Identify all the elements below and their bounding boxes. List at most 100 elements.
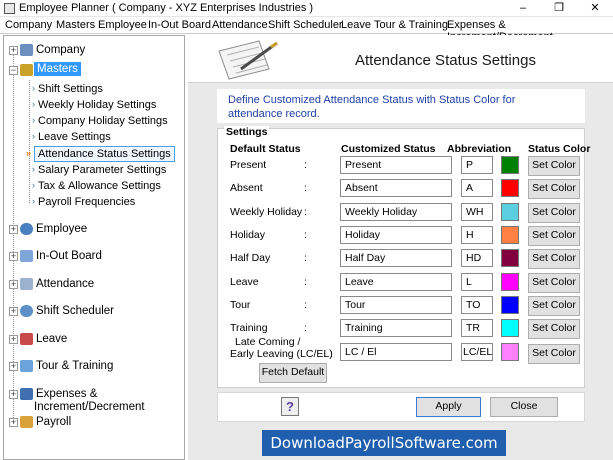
abbreviation-field[interactable]: WH bbox=[461, 203, 493, 221]
menu-tour-training[interactable]: Tour & Training bbox=[374, 19, 448, 31]
apply-button[interactable]: Apply bbox=[416, 397, 481, 417]
set-color-button[interactable]: Set Color bbox=[528, 319, 580, 339]
status-label: Absent bbox=[230, 182, 263, 194]
header-banner: Attendance Status Settings bbox=[188, 35, 613, 83]
tree-shift-settings[interactable]: Shift Settings bbox=[38, 83, 103, 95]
expand-in-out-board-icon[interactable]: + bbox=[9, 252, 18, 261]
close-window-button[interactable]: ✕ bbox=[577, 0, 613, 17]
menu-employee[interactable]: Employee bbox=[98, 19, 147, 31]
tree-payroll[interactable]: Payroll bbox=[36, 416, 71, 428]
menu-leave[interactable]: Leave bbox=[341, 19, 371, 31]
tree-leave[interactable]: Leave bbox=[36, 333, 67, 345]
set-color-button[interactable]: Set Color bbox=[528, 273, 580, 293]
set-color-button[interactable]: Set Color bbox=[528, 296, 580, 316]
status-color-swatch bbox=[501, 249, 519, 267]
tree-tax-allowance-settings[interactable]: Tax & Allowance Settings bbox=[38, 180, 161, 192]
colon: : bbox=[304, 159, 307, 171]
expand-employee-icon[interactable]: + bbox=[9, 225, 18, 234]
status-color-swatch bbox=[501, 156, 519, 174]
col-default-status: Default Status bbox=[230, 143, 301, 155]
menu-masters[interactable]: Masters bbox=[56, 19, 95, 31]
customized-status-field[interactable]: Holiday bbox=[340, 226, 452, 244]
customized-status-field[interactable]: Training bbox=[340, 319, 452, 337]
set-color-button[interactable]: Set Color bbox=[528, 226, 580, 246]
customized-status-field[interactable]: Tour bbox=[340, 296, 452, 314]
tree-masters[interactable]: Masters bbox=[34, 62, 81, 76]
abbreviation-field[interactable]: LC/EL bbox=[461, 343, 493, 361]
set-color-button[interactable]: Set Color bbox=[528, 179, 580, 199]
tree-expenses[interactable]: Expenses & bbox=[36, 388, 97, 400]
status-label: Holiday bbox=[230, 229, 266, 241]
tree-company[interactable]: Company bbox=[36, 44, 85, 56]
set-color-button[interactable]: Set Color bbox=[528, 344, 580, 364]
abbreviation-field[interactable]: TR bbox=[461, 319, 493, 337]
colon: : bbox=[304, 229, 307, 241]
status-label: Weekly Holiday bbox=[230, 206, 303, 218]
tree-employee[interactable]: Employee bbox=[36, 223, 87, 235]
abbreviation-field[interactable]: P bbox=[461, 156, 493, 174]
close-button[interactable]: Close bbox=[490, 397, 558, 417]
settings-legend: Settings bbox=[224, 126, 270, 138]
menu-company[interactable]: Company bbox=[5, 19, 52, 31]
main-panel: Attendance Status Settings Define Custom… bbox=[188, 35, 613, 460]
colon: : bbox=[304, 206, 307, 218]
expand-tour-training-icon[interactable]: + bbox=[9, 362, 18, 371]
colon: : bbox=[304, 299, 307, 311]
status-label: Tour bbox=[230, 299, 251, 311]
abbreviation-field[interactable]: H bbox=[461, 226, 493, 244]
expand-leave-icon[interactable]: + bbox=[9, 335, 18, 344]
expand-company-icon[interactable]: + bbox=[9, 46, 18, 55]
tree-in-out-board[interactable]: In-Out Board bbox=[36, 250, 102, 262]
expand-attendance-icon[interactable]: + bbox=[9, 280, 18, 289]
customized-status-field[interactable]: Absent bbox=[340, 179, 452, 197]
abbreviation-field[interactable]: A bbox=[461, 179, 493, 197]
tree-company-holiday-settings[interactable]: Company Holiday Settings bbox=[38, 115, 168, 127]
abbreviation-field[interactable]: L bbox=[461, 273, 493, 291]
status-label-line2: Early Leaving (LC/EL) bbox=[230, 348, 333, 360]
tree-connector bbox=[29, 80, 30, 203]
company-icon bbox=[20, 44, 33, 56]
masters-icon bbox=[20, 64, 33, 76]
expand-expenses-icon[interactable]: + bbox=[9, 390, 18, 399]
menu-in-out-board[interactable]: In-Out Board bbox=[148, 19, 211, 31]
arrow-icon: › bbox=[32, 83, 35, 93]
tree-leave-settings[interactable]: Leave Settings bbox=[38, 131, 111, 143]
status-color-swatch bbox=[501, 179, 519, 197]
navigation-tree: + Company − Masters › Shift Settings › W… bbox=[3, 35, 185, 460]
status-color-swatch bbox=[501, 343, 519, 361]
status-label: Leave bbox=[230, 276, 259, 288]
collapse-masters-icon[interactable]: − bbox=[9, 66, 18, 75]
arrow-icon: › bbox=[32, 115, 35, 125]
menu-attendance[interactable]: Attendance bbox=[212, 19, 268, 31]
tree-payroll-frequencies[interactable]: Payroll Frequencies bbox=[38, 196, 135, 208]
window-title: Employee Planner ( Company - XYZ Enterpr… bbox=[19, 2, 314, 14]
help-icon[interactable]: ? bbox=[281, 397, 299, 416]
set-color-button[interactable]: Set Color bbox=[528, 156, 580, 176]
customized-status-field[interactable]: Weekly Holiday bbox=[340, 203, 452, 221]
tree-shift-scheduler[interactable]: Shift Scheduler bbox=[36, 305, 114, 317]
expand-payroll-icon[interactable]: + bbox=[9, 418, 18, 427]
minimize-button[interactable]: – bbox=[505, 0, 541, 17]
tree-salary-parameter-settings[interactable]: Salary Parameter Settings bbox=[38, 164, 166, 176]
customized-status-field[interactable]: Present bbox=[340, 156, 452, 174]
colon: : bbox=[304, 252, 307, 264]
tree-tour-training[interactable]: Tour & Training bbox=[36, 360, 113, 372]
set-color-button[interactable]: Set Color bbox=[528, 249, 580, 269]
customized-status-field[interactable]: Half Day bbox=[340, 249, 452, 267]
abbreviation-field[interactable]: HD bbox=[461, 249, 493, 267]
customized-status-field[interactable]: LC / El bbox=[340, 343, 452, 361]
customized-status-field[interactable]: Leave bbox=[340, 273, 452, 291]
status-color-swatch bbox=[501, 319, 519, 337]
tree-weekly-holiday-settings[interactable]: Weekly Holiday Settings bbox=[38, 99, 156, 111]
expand-shift-scheduler-icon[interactable]: + bbox=[9, 307, 18, 316]
tree-attendance-status-settings[interactable]: Attendance Status Settings bbox=[34, 146, 175, 162]
menu-shift-scheduler[interactable]: Shift Scheduler bbox=[268, 19, 343, 31]
tree-expenses-line2[interactable]: Increment/Decrement bbox=[34, 401, 145, 413]
restore-button[interactable]: ❐ bbox=[541, 0, 577, 17]
set-color-button[interactable]: Set Color bbox=[528, 203, 580, 223]
fetch-default-button[interactable]: Fetch Default bbox=[259, 363, 327, 383]
tree-attendance[interactable]: Attendance bbox=[36, 278, 94, 290]
double-arrow-icon: » bbox=[26, 148, 32, 158]
abbreviation-field[interactable]: TO bbox=[461, 296, 493, 314]
status-color-swatch bbox=[501, 203, 519, 221]
